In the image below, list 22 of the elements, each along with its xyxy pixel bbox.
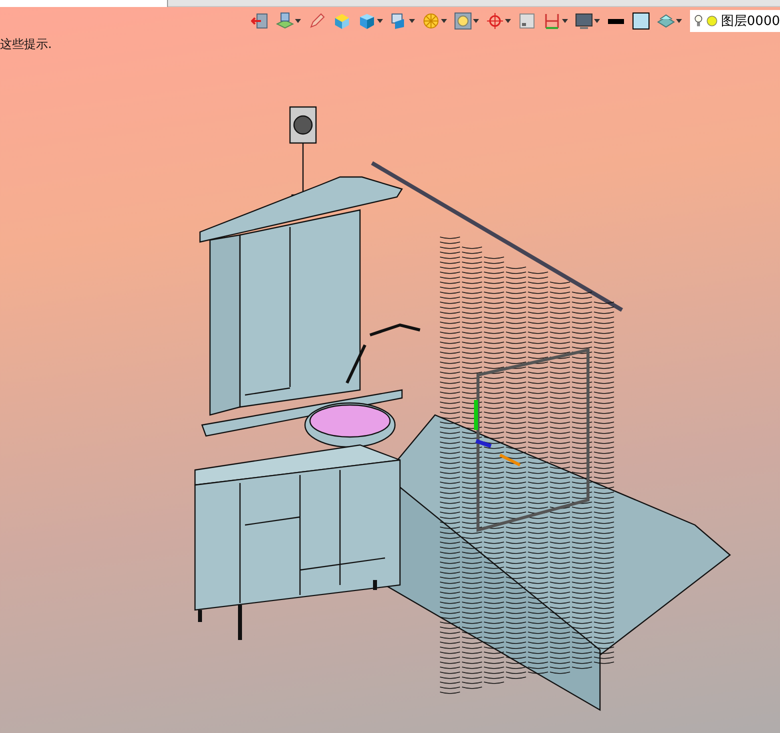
fill-color-icon[interactable] bbox=[632, 12, 650, 30]
layer-name: 图层0000 bbox=[720, 13, 780, 30]
pencil-icon[interactable] bbox=[308, 12, 326, 30]
frame-icon[interactable] bbox=[454, 12, 472, 30]
circle-icon bbox=[706, 13, 718, 29]
layers-icon[interactable] bbox=[276, 12, 294, 30]
caret-icon[interactable] bbox=[473, 19, 479, 23]
caret-icon[interactable] bbox=[377, 19, 383, 23]
caret-icon[interactable] bbox=[676, 19, 682, 23]
monitor-icon[interactable] bbox=[575, 12, 593, 30]
caret-icon[interactable] bbox=[594, 19, 600, 23]
layer-field[interactable]: 图层0000 bbox=[690, 10, 780, 32]
caret-icon[interactable] bbox=[505, 19, 511, 23]
cube-icon[interactable] bbox=[358, 12, 376, 30]
exit-icon[interactable] bbox=[251, 12, 269, 30]
caret-icon[interactable] bbox=[295, 19, 301, 23]
hint-text: 这些提示. bbox=[0, 36, 52, 53]
caret-icon[interactable] bbox=[441, 19, 447, 23]
layers-icon[interactable] bbox=[657, 12, 675, 30]
caret-icon[interactable] bbox=[409, 19, 415, 23]
window-icon[interactable] bbox=[518, 12, 536, 30]
caret-icon[interactable] bbox=[562, 19, 568, 23]
